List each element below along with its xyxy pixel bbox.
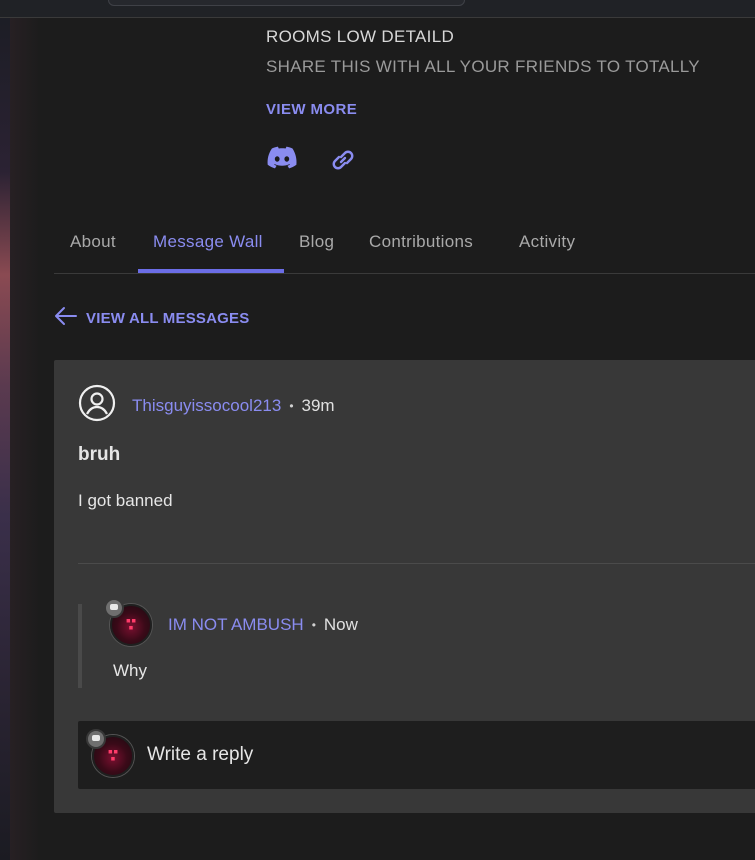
social-links [266,145,358,180]
write-reply-input[interactable]: ▪▪ ▪ Write a reply [78,721,755,789]
search-bar-edge[interactable] [108,0,465,6]
tab-blog[interactable]: Blog [299,232,334,252]
avatar-face: ▪▪ ▪ [107,747,119,764]
tab-activity[interactable]: Activity [519,232,575,252]
thread-author-name[interactable]: Thisguyissocool213 [132,396,281,416]
reply-body: Why [113,661,147,680]
avatar[interactable]: ▪▪ ▪ [104,598,152,646]
discord-icon[interactable] [266,145,298,180]
message-badge-icon [86,729,106,749]
profile-description: ROOMS LOW DETAILD SHARE THIS WITH ALL YO… [266,22,755,82]
top-bar [0,0,755,18]
active-tab-indicator [138,269,284,273]
user-avatar-icon[interactable] [78,384,116,427]
tab-message-wall[interactable]: Message Wall [153,232,263,252]
link-icon[interactable] [328,145,358,180]
tab-about[interactable]: About [70,232,116,252]
view-more-link[interactable]: VIEW MORE [266,101,357,118]
arrow-left-icon [54,306,78,331]
write-reply-placeholder: Write a reply [147,744,254,765]
separator-dot: • [289,398,294,413]
current-user-avatar: ▪▪ ▪ [86,729,134,777]
message-badge-icon [104,598,124,618]
profile-tabs: About Message Wall Blog Contributions Ac… [54,222,755,274]
reply-timestamp[interactable]: Now [324,615,358,635]
thread-author-row: Thisguyissocool213 • 39m [78,384,335,427]
separator-dot: • [311,618,316,632]
description-line-2: SHARE THIS WITH ALL YOUR FRIENDS TO TOTA… [266,57,700,76]
message-thread: Thisguyissocool213 • 39m bruh I got bann… [54,360,755,813]
view-all-messages-link[interactable]: VIEW ALL MESSAGES [54,306,249,331]
reply-author-row: ▪▪ ▪ IM NOT AMBUSH • Now [104,598,358,646]
view-all-messages-label: VIEW ALL MESSAGES [86,310,250,327]
thread-timestamp[interactable]: 39m [302,396,335,416]
reply-indent-bar [78,604,82,688]
avatar: ▪▪ ▪ [86,729,134,777]
divider [78,563,755,564]
thread-title: bruh [78,444,121,465]
page: ROOMS LOW DETAILD SHARE THIS WITH ALL YO… [0,0,755,860]
description-line-1: ROOMS LOW DETAILD [266,27,455,46]
background-glow [0,0,40,860]
thread-body: I got banned [78,491,173,510]
avatar-face: ▪▪ ▪ [125,616,137,633]
tab-contributions[interactable]: Contributions [369,232,473,252]
reply-author-name[interactable]: IM NOT AMBUSH [168,615,304,635]
